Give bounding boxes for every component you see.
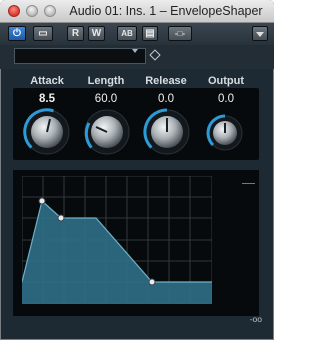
release-label: Release bbox=[145, 75, 187, 87]
length-label: Length bbox=[87, 75, 125, 87]
preset-browser-field[interactable] bbox=[14, 48, 146, 64]
output-knob[interactable] bbox=[205, 113, 245, 153]
output-meter-tick bbox=[242, 183, 255, 184]
envelope-graph[interactable] bbox=[22, 176, 212, 304]
plugin-window: Audio 01: Ins. 1 – EnvelopeShaper ⏻ ▭ R … bbox=[0, 0, 274, 340]
length-value[interactable]: 60.0 bbox=[76, 93, 136, 105]
read-automation-button[interactable]: R bbox=[67, 26, 84, 41]
length-handle[interactable] bbox=[57, 214, 65, 222]
length-knob[interactable] bbox=[82, 107, 132, 157]
title-bar[interactable]: Audio 01: Ins. 1 – EnvelopeShaper bbox=[0, 0, 274, 23]
minimize-button[interactable] bbox=[26, 5, 38, 17]
release-value[interactable]: 0.0 bbox=[136, 93, 196, 105]
ab-compare-button[interactable]: AB bbox=[117, 26, 137, 41]
preset-bar bbox=[0, 45, 274, 69]
write-automation-button[interactable]: W bbox=[88, 26, 105, 41]
attack-handle[interactable] bbox=[38, 197, 46, 205]
attack-label: Attack bbox=[30, 75, 64, 87]
meter-min-label: -oo bbox=[249, 314, 262, 324]
settings-button[interactable]: ▤ bbox=[142, 26, 158, 41]
attack-knob[interactable] bbox=[22, 107, 72, 157]
release-handle[interactable] bbox=[148, 278, 156, 286]
sidechain-button[interactable]: -□- bbox=[168, 26, 192, 41]
window-title: Audio 01: Ins. 1 – EnvelopeShaper bbox=[69, 4, 263, 18]
power-button[interactable]: ⏻ bbox=[8, 26, 26, 41]
output-value[interactable]: 0.0 bbox=[196, 93, 256, 105]
attack-value[interactable]: 8.5 bbox=[17, 93, 77, 105]
release-knob[interactable] bbox=[142, 107, 192, 157]
preset-dropdown-icon[interactable] bbox=[132, 49, 138, 55]
bypass-button[interactable]: ▭ bbox=[33, 26, 53, 41]
plugin-toolbar: ⏻ ▭ R W AB ▤ -□- bbox=[0, 23, 274, 45]
output-label: Output bbox=[207, 75, 245, 87]
function-menu-button[interactable] bbox=[252, 26, 268, 41]
close-button[interactable] bbox=[8, 5, 20, 17]
zoom-button[interactable] bbox=[44, 5, 56, 17]
preset-diamond-icon[interactable] bbox=[149, 49, 161, 61]
